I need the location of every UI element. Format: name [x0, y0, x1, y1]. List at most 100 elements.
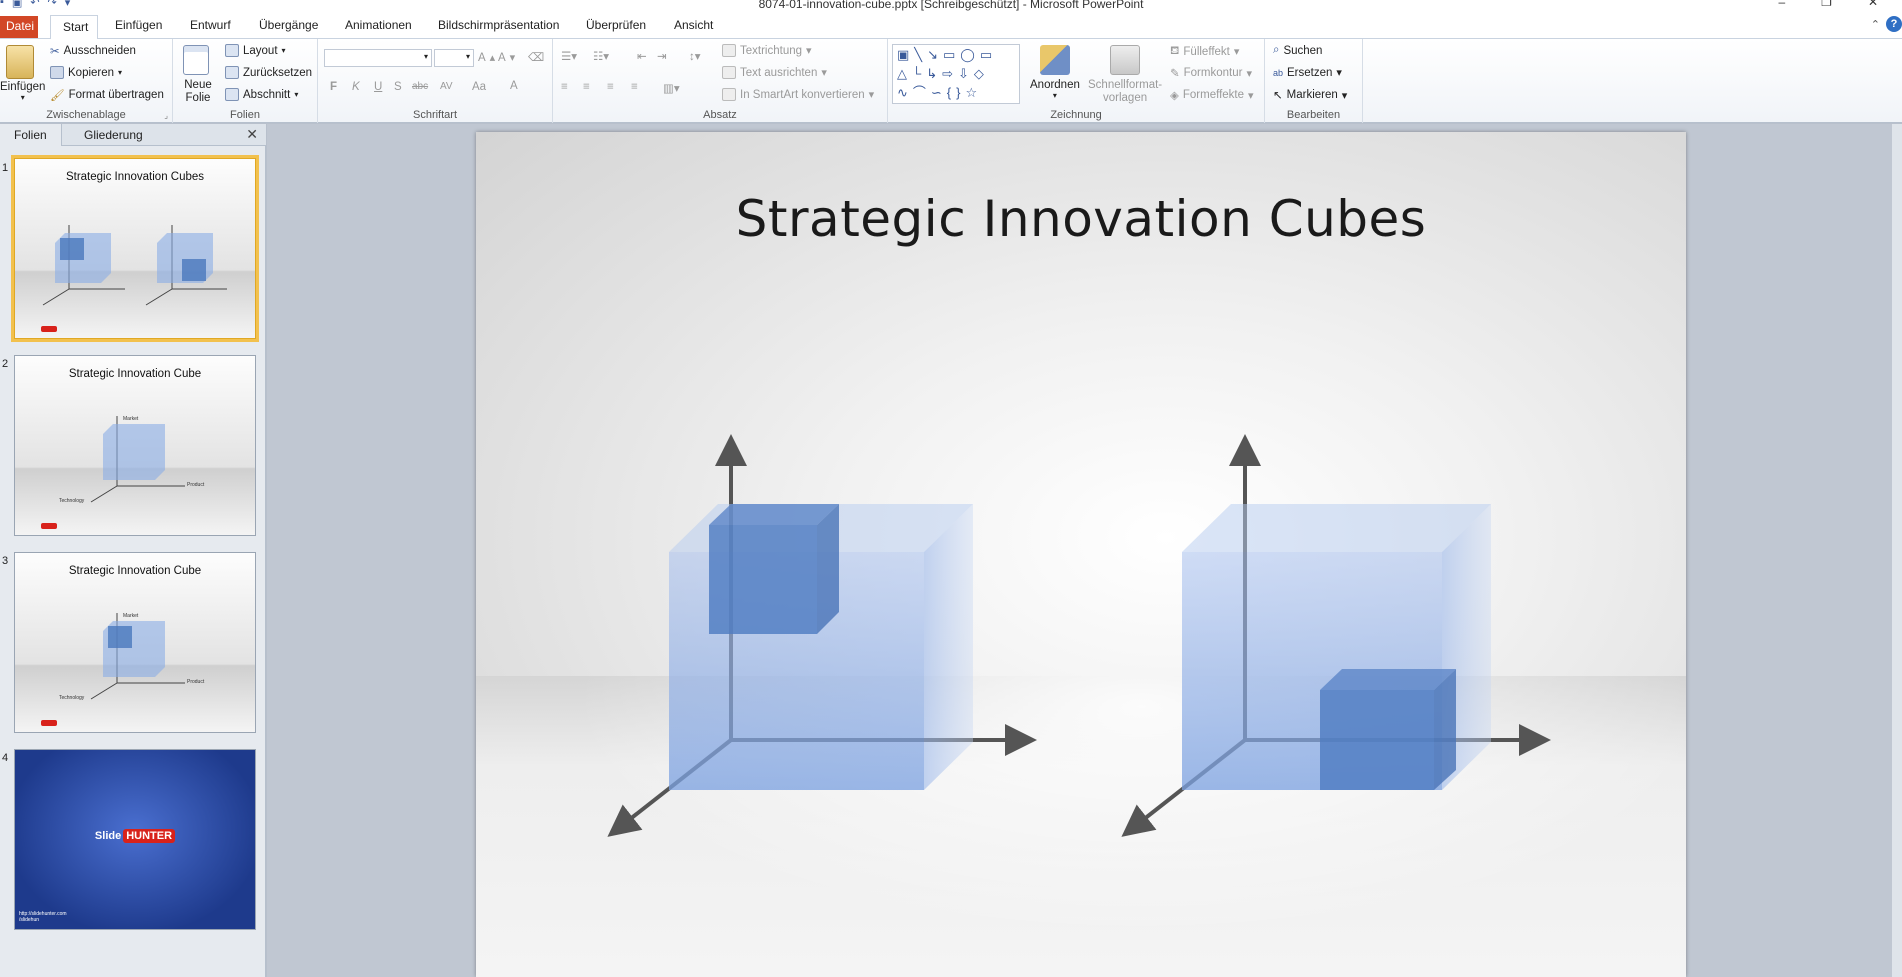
- slide-canvas[interactable]: Strategic Innovation Cubes: [476, 132, 1686, 977]
- tab-file[interactable]: Datei: [0, 16, 38, 38]
- find-button[interactable]: ⌕ Suchen: [1273, 44, 1322, 57]
- align-center-icon[interactable]: ≡: [583, 81, 590, 93]
- shape-fill-button[interactable]: ⛾ Fülleffekt ▾: [1170, 44, 1239, 59]
- tab-transitions[interactable]: Übergänge: [259, 18, 318, 32]
- chevron-down-icon: ▾: [294, 90, 299, 99]
- change-case-button[interactable]: Aa: [472, 81, 486, 93]
- close-pane-icon[interactable]: ✕: [246, 126, 258, 143]
- minimize-ribbon-icon[interactable]: ⌃: [1871, 18, 1880, 31]
- cut-label: Ausschneiden: [63, 45, 136, 57]
- font-color-button[interactable]: A: [510, 80, 518, 92]
- slide-thumbnail-4[interactable]: Slide HUNTER http://slidehunter.com /slid…: [14, 749, 256, 930]
- text-direction-button[interactable]: Textrichtung ▾: [722, 44, 812, 57]
- grow-font-button[interactable]: A ▴: [478, 51, 495, 65]
- replace-icon: ab: [1273, 67, 1284, 78]
- layout-button[interactable]: Layout ▾: [225, 44, 286, 57]
- font-size-box[interactable]: ▾: [434, 49, 474, 67]
- ribbon: Einfügen ▾ ✂ Ausschneiden Kopieren ▾ 🖌 F…: [0, 39, 1902, 123]
- thumbnail-cubes-graphic: [42, 225, 227, 306]
- bold-button[interactable]: F: [330, 81, 337, 93]
- tab-insert[interactable]: Einfügen: [115, 18, 162, 32]
- tab-outline[interactable]: Gliederung: [84, 128, 143, 142]
- quick-styles-icon[interactable]: [1110, 45, 1140, 75]
- arrange-button[interactable]: Anordnen ▾: [1030, 79, 1080, 100]
- align-text-label: Text ausrichten: [740, 66, 818, 79]
- slide-thumbnail-3[interactable]: Strategic Innovation Cube Market Product…: [14, 552, 256, 733]
- align-text-button[interactable]: Text ausrichten ▾: [722, 66, 827, 79]
- align-right-icon[interactable]: ≡: [607, 81, 614, 93]
- grow-font-label: A: [478, 51, 486, 64]
- tab-design[interactable]: Entwurf: [190, 18, 231, 32]
- paste-dropdown-icon: ▾: [20, 93, 25, 102]
- indent-increase-icon[interactable]: ⇥: [657, 49, 667, 63]
- slide-thumbnail-1[interactable]: Strategic Innovation Cubes: [11, 155, 259, 342]
- section-icon: [225, 88, 239, 101]
- thumbnail-cube-graphic: [90, 613, 185, 700]
- brand-name: Slide: [94, 830, 122, 842]
- help-icon[interactable]: ?: [1886, 16, 1902, 32]
- quick-styles-label-2: vorlagen: [1103, 92, 1148, 104]
- align-left-icon[interactable]: ≡: [561, 81, 568, 93]
- replace-button[interactable]: ab Ersetzen ▾: [1273, 66, 1342, 80]
- restore-icon[interactable]: ❐: [1821, 0, 1832, 9]
- shapes-gallery[interactable]: ▣╲↘▭◯▭ △└↳⇨⇩◇ ∿⌒∽{}☆: [892, 44, 1020, 104]
- paste-icon[interactable]: [6, 45, 34, 79]
- shadow-button[interactable]: S: [394, 81, 402, 93]
- paste-button[interactable]: Einfügen ▾: [0, 81, 45, 102]
- select-button[interactable]: ↖ Markieren ▾: [1273, 88, 1347, 102]
- cube-right[interactable]: [1121, 434, 1551, 837]
- underline-button[interactable]: U: [374, 81, 382, 93]
- tab-slides[interactable]: Folien: [0, 124, 62, 146]
- innovation-cubes-graphic[interactable]: [476, 132, 1686, 977]
- italic-button[interactable]: K: [352, 81, 360, 93]
- pen-icon: ✎: [1170, 68, 1180, 80]
- clear-format-icon[interactable]: ⌫: [528, 50, 544, 64]
- thumbnail-links: http://slidehunter.com /slidehun: [19, 911, 67, 923]
- thumbnail-cube-graphic: [90, 416, 185, 503]
- line-spacing-icon[interactable]: ↕▾: [689, 49, 701, 63]
- char-spacing-button[interactable]: AV: [440, 81, 453, 92]
- close-icon[interactable]: ✕: [1868, 0, 1878, 9]
- tab-view[interactable]: Ansicht: [674, 18, 713, 32]
- minimize-icon[interactable]: –: [1778, 0, 1785, 9]
- slide-thumbnail-2[interactable]: Strategic Innovation Cube Market Product…: [14, 355, 256, 536]
- sub-cube-bottom-right[interactable]: [1320, 669, 1456, 790]
- layout-label: Layout: [243, 44, 278, 57]
- paste-label: Einfügen: [0, 81, 46, 93]
- cube-left[interactable]: [607, 434, 1037, 837]
- shape-outline-button[interactable]: ✎ Formkontur ▾: [1170, 66, 1252, 80]
- new-slide-button[interactable]: Neue Folie: [181, 79, 215, 105]
- tab-review[interactable]: Überprüfen: [586, 18, 646, 32]
- smartart-button[interactable]: In SmartArt konvertieren ▾: [722, 88, 874, 101]
- columns-icon[interactable]: ▥▾: [663, 81, 680, 95]
- numbering-icon[interactable]: ☷▾: [593, 49, 609, 63]
- sub-cube-top-left[interactable]: [709, 504, 839, 634]
- strikethrough-button[interactable]: abc: [412, 81, 428, 92]
- chevron-down-icon: ▾: [423, 52, 428, 61]
- cube-right-top: [1182, 504, 1491, 552]
- dialog-launcher-icon[interactable]: ⌟: [164, 111, 168, 120]
- bullets-icon[interactable]: ☰▾: [561, 49, 577, 63]
- reset-button[interactable]: Zurücksetzen: [225, 66, 312, 79]
- quick-styles-button[interactable]: Schnellformat- vorlagen: [1088, 79, 1162, 105]
- copy-button[interactable]: Kopieren ▾: [50, 66, 122, 79]
- format-painter-button[interactable]: 🖌 Format übertragen: [50, 88, 164, 102]
- cube-left-side: [924, 504, 973, 790]
- new-slide-icon[interactable]: [183, 45, 209, 75]
- section-button[interactable]: Abschnitt ▾: [225, 88, 298, 101]
- tab-start[interactable]: Start: [50, 15, 98, 40]
- vertical-scrollbar[interactable]: [1892, 124, 1902, 977]
- cut-button[interactable]: ✂ Ausschneiden: [50, 44, 136, 58]
- shrink-font-button[interactable]: A ▾: [498, 51, 515, 65]
- shape-effects-button[interactable]: ◈ Formeffekte ▾: [1170, 88, 1254, 102]
- indent-decrease-icon[interactable]: ⇤: [637, 49, 647, 63]
- tab-animations[interactable]: Animationen: [345, 18, 412, 32]
- slide-number: 2: [2, 358, 9, 370]
- shrink-font-label: A: [498, 51, 506, 64]
- window-controls: – ❐ ✕: [1778, 0, 1878, 9]
- group-label-drawing: Zeichnung: [1050, 109, 1102, 121]
- arrange-icon[interactable]: [1040, 45, 1070, 75]
- tab-slideshow[interactable]: Bildschirmpräsentation: [438, 18, 559, 32]
- justify-icon[interactable]: ≡: [631, 81, 638, 93]
- font-name-box[interactable]: ▾: [324, 49, 432, 67]
